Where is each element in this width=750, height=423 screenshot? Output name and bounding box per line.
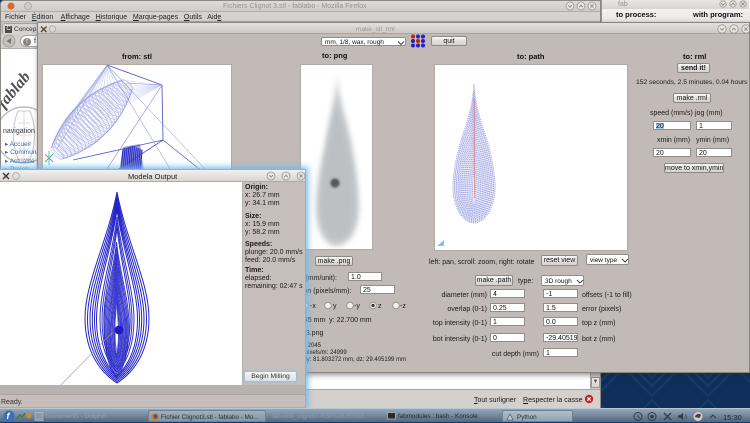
svg-text:fablab: fablab bbox=[1, 69, 34, 112]
